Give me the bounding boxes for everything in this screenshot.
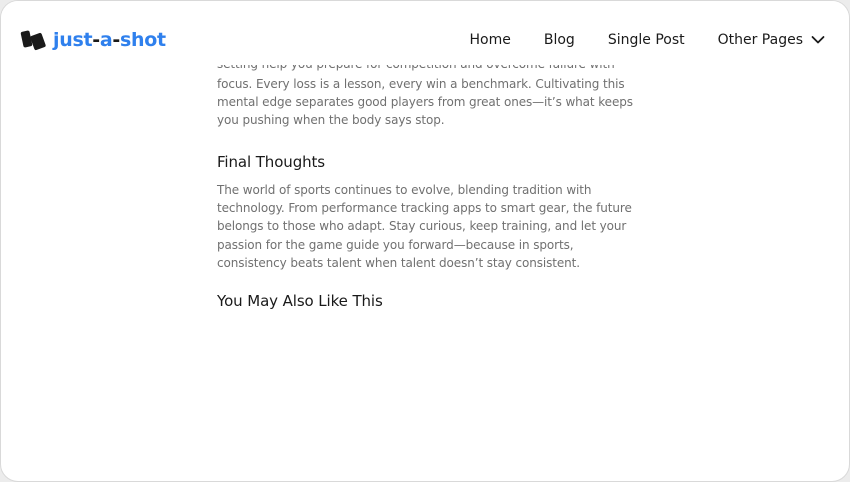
nav-other-pages[interactable]: Other Pages xyxy=(718,32,825,48)
paragraph-final-thoughts: The world of sports continues to evolve,… xyxy=(217,181,637,272)
nav-other-pages-label: Other Pages xyxy=(717,32,803,48)
main-nav: Home Blog Single Post Other Pages xyxy=(470,32,825,48)
nav-home-label: Home xyxy=(469,32,511,48)
paragraph-line: you pushing when the body says stop. xyxy=(217,113,445,128)
paragraph-line: technology. From performance tracking ap… xyxy=(217,201,632,216)
site-logo[interactable]: just-a-shot xyxy=(20,29,166,53)
logo-dash: - xyxy=(92,29,100,51)
paragraph-line: consistency beats talent when talent doe… xyxy=(217,255,580,270)
paragraph-line: passion for the game guide you forward—b… xyxy=(217,237,574,252)
paragraph-line: belongs to those who adapt. Stay curious… xyxy=(217,219,627,234)
nav-home[interactable]: Home xyxy=(470,32,511,48)
heading-related-posts: You May Also Like This xyxy=(217,292,383,310)
paragraph-line: focus. Every loss is a lesson, every win… xyxy=(217,77,625,91)
nav-single-post-label: Single Post xyxy=(607,32,685,48)
logo-mark-icon xyxy=(20,29,49,53)
logo-dash: - xyxy=(112,29,120,51)
paragraph-line: The world of sports continues to evolve,… xyxy=(217,183,592,197)
heading-final-thoughts: Final Thoughts xyxy=(217,153,326,171)
logo-text: just-a-shot xyxy=(53,29,166,51)
logo-word-shot: shot xyxy=(119,29,166,51)
nav-single-post[interactable]: Single Post xyxy=(608,32,685,48)
paragraph-mental-edge: focus. Every loss is a lesson, every win… xyxy=(217,75,637,130)
paragraph-line: mental edge separates good players from … xyxy=(217,95,633,110)
logo-word-a: a xyxy=(99,29,113,51)
nav-blog[interactable]: Blog xyxy=(544,32,575,48)
chevron-down-icon xyxy=(811,36,825,44)
logo-word-just: just xyxy=(53,29,93,51)
nav-blog-label: Blog xyxy=(543,32,575,48)
site-header: just-a-shot Home Blog Single Post Other … xyxy=(1,1,849,65)
browser-frame: just-a-shot Home Blog Single Post Other … xyxy=(0,0,850,482)
